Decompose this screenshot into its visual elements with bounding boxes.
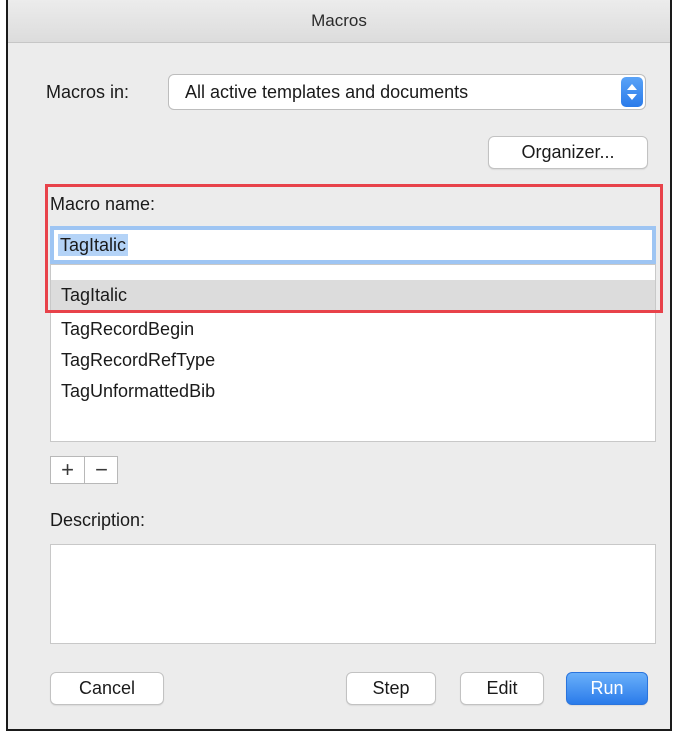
edit-button[interactable]: Edit [460, 672, 544, 705]
organizer-button[interactable]: Organizer... [488, 136, 648, 169]
macro-list[interactable]: TagItalic TagRecordBegin TagRecordRefTyp… [50, 264, 656, 442]
macros-in-label: Macros in: [46, 82, 130, 102]
list-item[interactable]: TagUnformattedBib [51, 376, 655, 407]
macros-dialog: Macros Macros in: All active templates a… [6, 0, 672, 731]
step-button[interactable]: Step [346, 672, 436, 705]
macro-name-value: TagItalic [58, 234, 129, 256]
chevron-updown-icon [621, 77, 643, 107]
list-controls: + − [50, 456, 118, 484]
list-item[interactable]: TagRecordRefType [51, 345, 655, 376]
add-macro-button[interactable]: + [51, 457, 84, 483]
remove-macro-button[interactable]: − [85, 457, 118, 483]
description-box[interactable] [50, 544, 656, 644]
macro-name-label: Macro name: [50, 194, 156, 214]
list-item[interactable]: TagRecordBegin [51, 314, 655, 345]
macro-name-input[interactable]: TagItalic [50, 226, 656, 264]
list-item[interactable]: TagItalic [51, 280, 655, 311]
macros-in-value: All active templates and documents [185, 82, 469, 102]
description-label: Description: [50, 510, 146, 530]
dialog-title: Macros [8, 0, 670, 43]
cancel-button[interactable]: Cancel [50, 672, 164, 705]
run-button[interactable]: Run [566, 672, 648, 705]
page: Macros Macros in: All active templates a… [0, 0, 677, 736]
macros-in-select[interactable]: All active templates and documents [168, 74, 646, 110]
